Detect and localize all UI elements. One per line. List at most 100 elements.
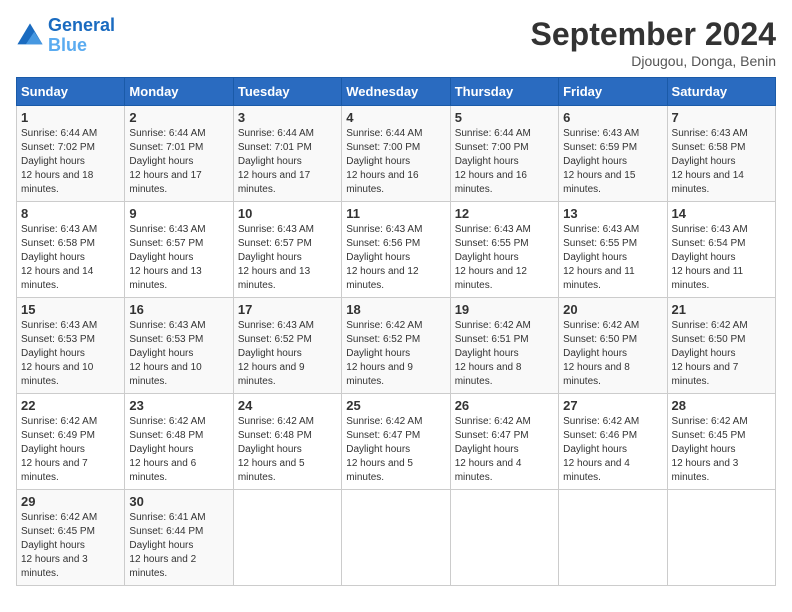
calendar-table: Sunday Monday Tuesday Wednesday Thursday… — [16, 77, 776, 586]
calendar-cell — [667, 490, 775, 586]
day-info: Sunrise: 6:43 AM Sunset: 6:57 PM Dayligh… — [238, 223, 337, 293]
calendar-cell: 29 Sunrise: 6:42 AM Sunset: 6:45 PM Dayl… — [17, 490, 125, 586]
calendar-cell: 28 Sunrise: 6:42 AM Sunset: 6:45 PM Dayl… — [667, 394, 775, 490]
calendar-cell: 26 Sunrise: 6:42 AM Sunset: 6:47 PM Dayl… — [450, 394, 558, 490]
title-area: September 2024 Djougou, Donga, Benin — [531, 16, 776, 69]
calendar-cell — [342, 490, 450, 586]
day-number: 22 — [21, 398, 120, 413]
calendar-cell: 20 Sunrise: 6:42 AM Sunset: 6:50 PM Dayl… — [559, 298, 667, 394]
day-info: Sunrise: 6:41 AM Sunset: 6:44 PM Dayligh… — [129, 511, 228, 581]
col-monday: Monday — [125, 78, 233, 106]
day-info: Sunrise: 6:44 AM Sunset: 7:01 PM Dayligh… — [238, 127, 337, 197]
day-info: Sunrise: 6:43 AM Sunset: 6:52 PM Dayligh… — [238, 319, 337, 389]
calendar-cell: 11 Sunrise: 6:43 AM Sunset: 6:56 PM Dayl… — [342, 202, 450, 298]
calendar-cell: 1 Sunrise: 6:44 AM Sunset: 7:02 PM Dayli… — [17, 106, 125, 202]
day-info: Sunrise: 6:44 AM Sunset: 7:02 PM Dayligh… — [21, 127, 120, 197]
calendar-cell — [233, 490, 341, 586]
day-number: 29 — [21, 494, 120, 509]
day-number: 26 — [455, 398, 554, 413]
calendar-week-row: 29 Sunrise: 6:42 AM Sunset: 6:45 PM Dayl… — [17, 490, 776, 586]
calendar-cell: 3 Sunrise: 6:44 AM Sunset: 7:01 PM Dayli… — [233, 106, 341, 202]
col-friday: Friday — [559, 78, 667, 106]
calendar-cell: 13 Sunrise: 6:43 AM Sunset: 6:55 PM Dayl… — [559, 202, 667, 298]
day-info: Sunrise: 6:43 AM Sunset: 6:57 PM Dayligh… — [129, 223, 228, 293]
logo-text: General Blue — [48, 16, 115, 56]
weekday-header-row: Sunday Monday Tuesday Wednesday Thursday… — [17, 78, 776, 106]
day-number: 30 — [129, 494, 228, 509]
day-number: 12 — [455, 206, 554, 221]
col-thursday: Thursday — [450, 78, 558, 106]
day-info: Sunrise: 6:42 AM Sunset: 6:47 PM Dayligh… — [455, 415, 554, 485]
col-saturday: Saturday — [667, 78, 775, 106]
day-info: Sunrise: 6:42 AM Sunset: 6:50 PM Dayligh… — [672, 319, 771, 389]
day-number: 17 — [238, 302, 337, 317]
day-info: Sunrise: 6:42 AM Sunset: 6:51 PM Dayligh… — [455, 319, 554, 389]
day-info: Sunrise: 6:42 AM Sunset: 6:49 PM Dayligh… — [21, 415, 120, 485]
day-number: 4 — [346, 110, 445, 125]
calendar-cell: 21 Sunrise: 6:42 AM Sunset: 6:50 PM Dayl… — [667, 298, 775, 394]
calendar-cell: 7 Sunrise: 6:43 AM Sunset: 6:58 PM Dayli… — [667, 106, 775, 202]
calendar-cell: 6 Sunrise: 6:43 AM Sunset: 6:59 PM Dayli… — [559, 106, 667, 202]
calendar-cell: 19 Sunrise: 6:42 AM Sunset: 6:51 PM Dayl… — [450, 298, 558, 394]
day-number: 8 — [21, 206, 120, 221]
day-number: 18 — [346, 302, 445, 317]
calendar-body: 1 Sunrise: 6:44 AM Sunset: 7:02 PM Dayli… — [17, 106, 776, 586]
day-info: Sunrise: 6:42 AM Sunset: 6:48 PM Dayligh… — [238, 415, 337, 485]
calendar-cell: 15 Sunrise: 6:43 AM Sunset: 6:53 PM Dayl… — [17, 298, 125, 394]
calendar-cell: 25 Sunrise: 6:42 AM Sunset: 6:47 PM Dayl… — [342, 394, 450, 490]
calendar-cell: 14 Sunrise: 6:43 AM Sunset: 6:54 PM Dayl… — [667, 202, 775, 298]
col-tuesday: Tuesday — [233, 78, 341, 106]
calendar-cell: 9 Sunrise: 6:43 AM Sunset: 6:57 PM Dayli… — [125, 202, 233, 298]
day-info: Sunrise: 6:43 AM Sunset: 6:56 PM Dayligh… — [346, 223, 445, 293]
calendar-cell: 17 Sunrise: 6:43 AM Sunset: 6:52 PM Dayl… — [233, 298, 341, 394]
day-info: Sunrise: 6:43 AM Sunset: 6:55 PM Dayligh… — [455, 223, 554, 293]
calendar-cell: 2 Sunrise: 6:44 AM Sunset: 7:01 PM Dayli… — [125, 106, 233, 202]
day-number: 27 — [563, 398, 662, 413]
calendar-cell: 10 Sunrise: 6:43 AM Sunset: 6:57 PM Dayl… — [233, 202, 341, 298]
calendar-cell: 8 Sunrise: 6:43 AM Sunset: 6:58 PM Dayli… — [17, 202, 125, 298]
day-number: 16 — [129, 302, 228, 317]
calendar-cell: 27 Sunrise: 6:42 AM Sunset: 6:46 PM Dayl… — [559, 394, 667, 490]
day-info: Sunrise: 6:44 AM Sunset: 7:00 PM Dayligh… — [346, 127, 445, 197]
day-number: 25 — [346, 398, 445, 413]
logo-icon — [16, 22, 44, 50]
day-number: 2 — [129, 110, 228, 125]
day-info: Sunrise: 6:44 AM Sunset: 7:01 PM Dayligh… — [129, 127, 228, 197]
calendar-week-row: 15 Sunrise: 6:43 AM Sunset: 6:53 PM Dayl… — [17, 298, 776, 394]
day-number: 23 — [129, 398, 228, 413]
day-info: Sunrise: 6:42 AM Sunset: 6:46 PM Dayligh… — [563, 415, 662, 485]
page-header: General Blue September 2024 Djougou, Don… — [16, 16, 776, 69]
day-info: Sunrise: 6:43 AM Sunset: 6:59 PM Dayligh… — [563, 127, 662, 197]
calendar-cell — [559, 490, 667, 586]
day-info: Sunrise: 6:42 AM Sunset: 6:47 PM Dayligh… — [346, 415, 445, 485]
calendar-cell: 30 Sunrise: 6:41 AM Sunset: 6:44 PM Dayl… — [125, 490, 233, 586]
logo: General Blue — [16, 16, 115, 56]
calendar-cell: 23 Sunrise: 6:42 AM Sunset: 6:48 PM Dayl… — [125, 394, 233, 490]
calendar-cell: 24 Sunrise: 6:42 AM Sunset: 6:48 PM Dayl… — [233, 394, 341, 490]
day-number: 21 — [672, 302, 771, 317]
day-number: 13 — [563, 206, 662, 221]
day-info: Sunrise: 6:43 AM Sunset: 6:55 PM Dayligh… — [563, 223, 662, 293]
day-info: Sunrise: 6:44 AM Sunset: 7:00 PM Dayligh… — [455, 127, 554, 197]
calendar-cell — [450, 490, 558, 586]
day-number: 1 — [21, 110, 120, 125]
day-info: Sunrise: 6:43 AM Sunset: 6:54 PM Dayligh… — [672, 223, 771, 293]
day-info: Sunrise: 6:42 AM Sunset: 6:45 PM Dayligh… — [672, 415, 771, 485]
day-info: Sunrise: 6:43 AM Sunset: 6:53 PM Dayligh… — [21, 319, 120, 389]
day-number: 19 — [455, 302, 554, 317]
day-info: Sunrise: 6:43 AM Sunset: 6:58 PM Dayligh… — [672, 127, 771, 197]
calendar-cell: 18 Sunrise: 6:42 AM Sunset: 6:52 PM Dayl… — [342, 298, 450, 394]
day-number: 28 — [672, 398, 771, 413]
col-sunday: Sunday — [17, 78, 125, 106]
calendar-week-row: 8 Sunrise: 6:43 AM Sunset: 6:58 PM Dayli… — [17, 202, 776, 298]
day-info: Sunrise: 6:42 AM Sunset: 6:45 PM Dayligh… — [21, 511, 120, 581]
calendar-cell: 22 Sunrise: 6:42 AM Sunset: 6:49 PM Dayl… — [17, 394, 125, 490]
col-wednesday: Wednesday — [342, 78, 450, 106]
month-title: September 2024 — [531, 16, 776, 53]
day-number: 15 — [21, 302, 120, 317]
day-info: Sunrise: 6:42 AM Sunset: 6:50 PM Dayligh… — [563, 319, 662, 389]
calendar-week-row: 1 Sunrise: 6:44 AM Sunset: 7:02 PM Dayli… — [17, 106, 776, 202]
day-number: 11 — [346, 206, 445, 221]
calendar-cell: 4 Sunrise: 6:44 AM Sunset: 7:00 PM Dayli… — [342, 106, 450, 202]
day-number: 10 — [238, 206, 337, 221]
